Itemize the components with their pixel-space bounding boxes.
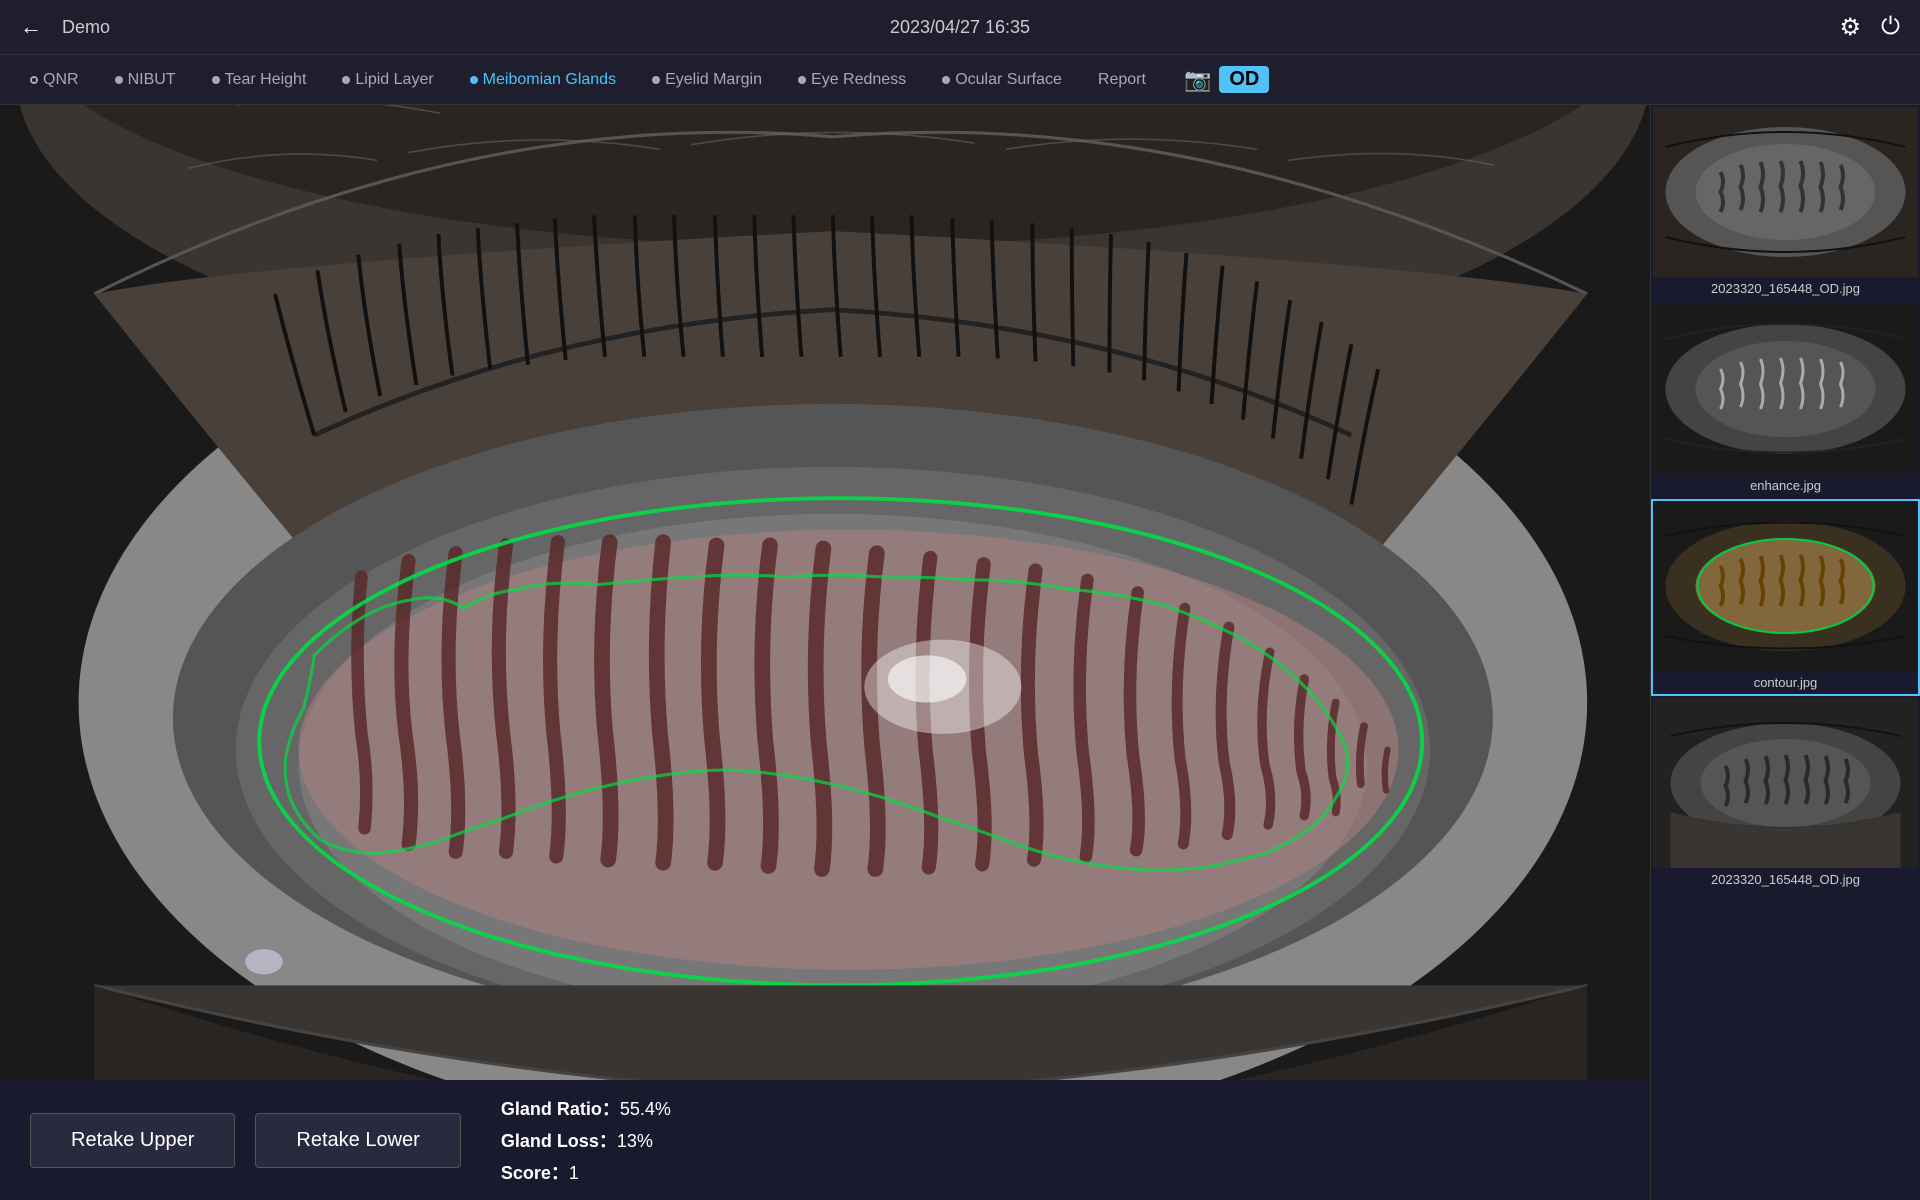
meibomian-label: Meibomian Glands (483, 71, 616, 89)
qnr-dot (30, 76, 38, 84)
nav-tabs: QNR NIBUT Tear Height Lipid Layer Meibom… (0, 55, 1920, 105)
settings-icon[interactable]: ⚙ (1839, 13, 1861, 42)
app-header: ← Demo 2023/04/27 16:35 ⚙ ⏻ (0, 0, 1920, 55)
main-content: Retake Upper Retake Lower Gland Ratio：55… (0, 105, 1920, 1200)
lipid-layer-label: Lipid Layer (355, 71, 433, 89)
gland-ratio-value: 55.4% (620, 1099, 671, 1119)
eye-redness-label: Eye Redness (811, 71, 906, 89)
ocular-surface-dot (942, 76, 950, 84)
gland-ratio-row: Gland Ratio：55.4% (501, 1095, 671, 1121)
thumbnail-1[interactable]: 2023320_165448_OD.jpg (1651, 105, 1920, 302)
nibut-label: NIBUT (128, 71, 176, 89)
report-label: Report (1098, 71, 1146, 89)
camera-icon[interactable]: 📷 (1184, 67, 1211, 93)
power-icon[interactable]: ⏻ (1881, 13, 1900, 41)
thumb1-image (1653, 107, 1918, 277)
tab-meibomian-glands[interactable]: Meibomian Glands (460, 66, 626, 94)
tab-report[interactable]: Report (1088, 66, 1156, 94)
main-image-container (0, 105, 1650, 1080)
demo-label: Demo (62, 17, 110, 38)
score-row: Score：1 (501, 1159, 671, 1185)
thumb3-label: contour.jpg (1653, 671, 1918, 694)
thumb2-label: enhance.jpg (1653, 474, 1918, 497)
tab-ocular-surface[interactable]: Ocular Surface (932, 66, 1072, 94)
thumbnail-3[interactable]: contour.jpg (1651, 499, 1920, 696)
thumb4-label: 2023320_165448_OD.jpg (1653, 868, 1918, 891)
eyelid-margin-dot (652, 76, 660, 84)
image-area: Retake Upper Retake Lower Gland Ratio：55… (0, 105, 1650, 1200)
retake-upper-button[interactable]: Retake Upper (30, 1113, 235, 1168)
back-button[interactable]: ← (20, 14, 42, 40)
eye-redness-dot (798, 76, 806, 84)
tear-height-label: Tear Height (225, 71, 307, 89)
gland-ratio-label: Gland Ratio： (501, 1099, 620, 1119)
retake-lower-button[interactable]: Retake Lower (255, 1113, 460, 1168)
meibomian-dot (470, 76, 478, 84)
header-icons: ⚙ ⏻ (1839, 13, 1900, 42)
bottom-controls: Retake Upper Retake Lower Gland Ratio：55… (0, 1080, 1650, 1200)
lipid-layer-dot (342, 76, 350, 84)
datetime-label: 2023/04/27 16:35 (890, 17, 1030, 38)
eyelid-margin-label: Eyelid Margin (665, 71, 762, 89)
thumb2-image (1653, 304, 1918, 474)
thumb1-label: 2023320_165448_OD.jpg (1653, 277, 1918, 300)
thumb4-image (1653, 698, 1918, 868)
tab-qnr[interactable]: QNR (20, 66, 89, 94)
right-panel: 2023320_165448_OD.jpg (1650, 105, 1920, 1200)
gland-loss-value: 13% (617, 1131, 653, 1151)
main-eye-image (0, 105, 1650, 1080)
tab-eyelid-margin[interactable]: Eyelid Margin (642, 66, 772, 94)
od-badge[interactable]: OD (1219, 66, 1269, 93)
ocular-surface-label: Ocular Surface (955, 71, 1062, 89)
gland-loss-label: Gland Loss： (501, 1131, 617, 1151)
stats-area: Gland Ratio：55.4% Gland Loss：13% Score：1 (501, 1095, 671, 1185)
thumbnail-2[interactable]: enhance.jpg (1651, 302, 1920, 499)
tab-nibut[interactable]: NIBUT (105, 66, 186, 94)
score-label: Score： (501, 1163, 569, 1183)
tear-height-dot (212, 76, 220, 84)
tab-eye-redness[interactable]: Eye Redness (788, 66, 916, 94)
thumb3-image (1653, 501, 1918, 671)
nibut-dot (115, 76, 123, 84)
tab-lipid-layer[interactable]: Lipid Layer (332, 66, 443, 94)
qnr-label: QNR (43, 71, 79, 89)
score-value: 1 (569, 1163, 579, 1183)
tab-tear-height[interactable]: Tear Height (202, 66, 317, 94)
thumbnail-4[interactable]: 2023320_165448_OD.jpg (1651, 696, 1920, 893)
gland-loss-row: Gland Loss：13% (501, 1127, 671, 1153)
